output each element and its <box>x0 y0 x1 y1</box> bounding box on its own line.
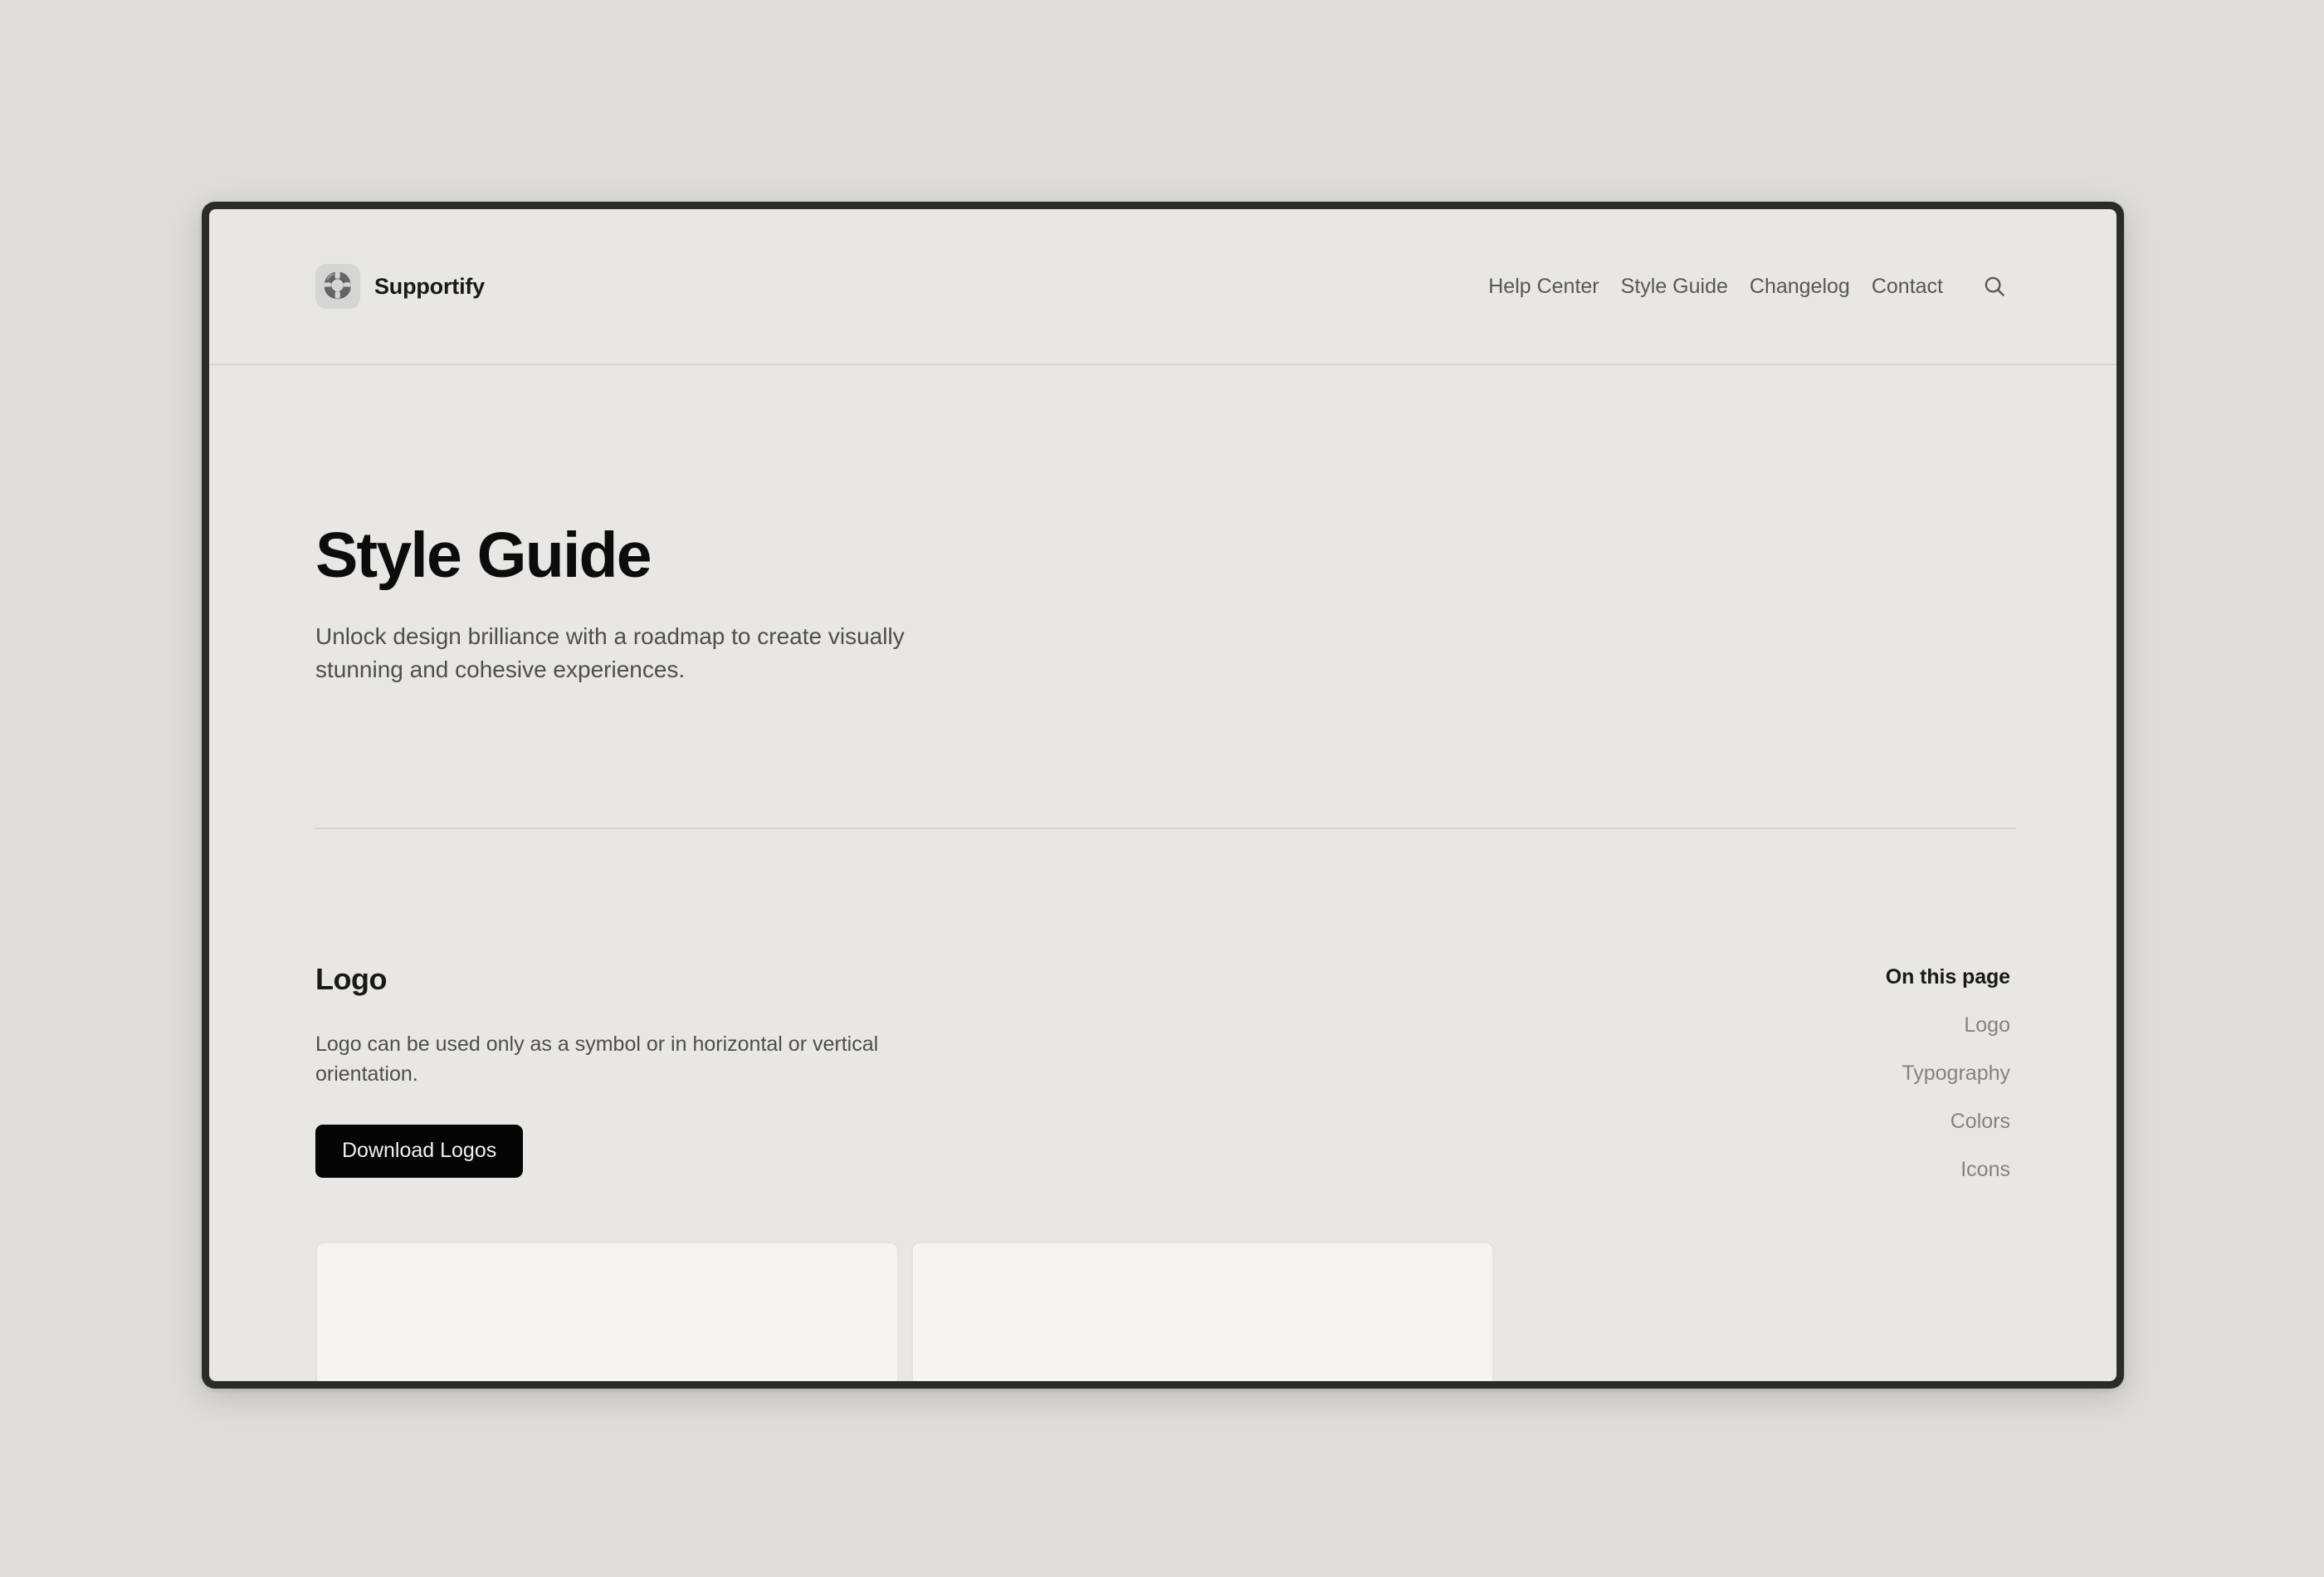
brand-logo-link[interactable]: 🛟 Supportify <box>315 264 485 309</box>
browser-window: 🛟 Supportify Help Center Style Guide Cha… <box>202 202 2124 1389</box>
search-icon <box>1985 276 2004 296</box>
on-this-page-title: On this page <box>1885 965 2010 989</box>
hero-section: Style Guide Unlock design brilliance wit… <box>315 365 2016 830</box>
logo-section: Logo Logo can be used only as a symbol o… <box>315 962 1494 1381</box>
logo-section-heading: Logo <box>315 962 387 997</box>
nav-item-style-guide[interactable]: Style Guide <box>1610 270 1739 304</box>
brand-name: Supportify <box>374 273 485 299</box>
logo-section-description: Logo can be used only as a symbol or in … <box>315 1033 879 1086</box>
logo-symbol-card[interactable] <box>315 1242 899 1381</box>
content-grid: Logo Logo can be used only as a symbol o… <box>315 829 2010 1381</box>
page-title: Style Guide <box>315 520 652 591</box>
toc-item-icons[interactable]: Icons <box>1770 1158 2010 1182</box>
browser-viewport: 🛟 Supportify Help Center Style Guide Cha… <box>209 209 2116 1381</box>
desktop-background: 🛟 Supportify Help Center Style Guide Cha… <box>0 0 2324 1577</box>
page-content: Style Guide Unlock design brilliance wit… <box>209 365 2116 1381</box>
lifebuoy-icon: 🛟 <box>315 264 360 309</box>
nav-item-contact[interactable]: Contact <box>1861 270 1954 304</box>
toc-item-colors[interactable]: Colors <box>1770 1110 2010 1134</box>
page-subtitle: Unlock design brilliance with a roadmap … <box>315 622 905 683</box>
logo-showcase-row <box>315 1242 1494 1381</box>
toc-item-typography[interactable]: Typography <box>1770 1062 2010 1086</box>
download-logos-button[interactable]: Download Logos <box>315 1125 524 1179</box>
nav-item-changelog[interactable]: Changelog <box>1739 270 1861 304</box>
toc-item-logo[interactable]: Logo <box>1770 1013 2010 1038</box>
search-button[interactable] <box>1979 271 2010 302</box>
main-navigation: Help Center Style Guide Changelog Contac… <box>1477 270 2010 304</box>
nav-item-help-center[interactable]: Help Center <box>1477 270 1609 304</box>
on-this-page-nav: On this page Logo Typography Colors Icon… <box>1770 965 2010 1182</box>
site-header: 🛟 Supportify Help Center Style Guide Cha… <box>209 209 2116 365</box>
logo-horizontal-card[interactable] <box>911 1242 1494 1381</box>
lifebuoy-glyph: 🛟 <box>322 272 354 300</box>
